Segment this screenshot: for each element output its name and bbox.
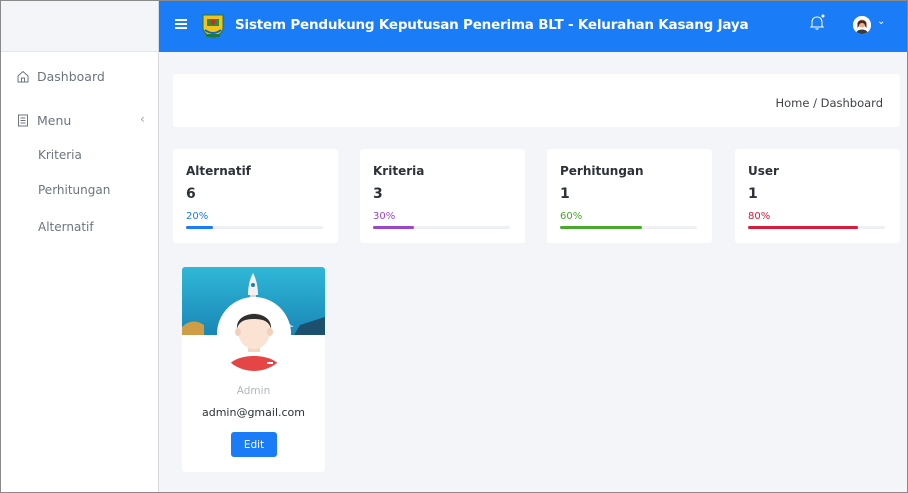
chevron-down-icon[interactable]: ⌄ bbox=[877, 16, 885, 27]
stat-value: 6 bbox=[186, 186, 196, 202]
progress-fill bbox=[373, 226, 415, 229]
hamburger-menu-icon[interactable] bbox=[175, 19, 187, 29]
stat-value: 1 bbox=[748, 186, 758, 202]
progress-track bbox=[748, 226, 885, 229]
sidebar-item-perhitungan[interactable]: Perhitungan bbox=[38, 183, 110, 197]
sidebar-item-label: Dashboard bbox=[37, 69, 105, 84]
sidebar-item-alternatif[interactable]: Alternatif bbox=[38, 220, 94, 234]
breadcrumb-card: Home / Dashboard bbox=[173, 74, 900, 127]
top-navbar: Sistem Pendukung Keputusan Penerima BLT … bbox=[159, 1, 907, 52]
document-icon bbox=[17, 114, 29, 127]
stat-percent: 60% bbox=[560, 211, 583, 222]
progress-track bbox=[186, 226, 323, 229]
progress-track bbox=[560, 226, 697, 229]
stat-card-kriteria: Kriteria 3 30% bbox=[360, 149, 525, 243]
progress-fill bbox=[748, 226, 858, 229]
sidebar-item-label: Menu bbox=[37, 113, 72, 128]
crest-logo bbox=[199, 12, 227, 40]
sidebar: Dashboard Menu ‹ Kriteria Perhitungan Al… bbox=[1, 1, 159, 492]
stat-percent: 30% bbox=[373, 211, 396, 222]
stat-card-alternatif: Alternatif 6 20% bbox=[173, 149, 338, 243]
progress-fill bbox=[560, 226, 643, 229]
stat-value: 1 bbox=[560, 186, 570, 202]
sidebar-item-kriteria[interactable]: Kriteria bbox=[38, 148, 82, 162]
profile-name: Admin bbox=[236, 385, 271, 397]
stat-label: Alternatif bbox=[186, 164, 251, 178]
chevron-left-icon[interactable]: ‹ bbox=[140, 112, 145, 126]
progress-fill bbox=[186, 226, 214, 229]
progress-track bbox=[373, 226, 510, 229]
home-icon bbox=[17, 70, 29, 83]
stat-label: Perhitungan bbox=[560, 164, 644, 178]
edit-profile-button[interactable]: Edit bbox=[231, 432, 277, 457]
profile-card: Admin admin@gmail.com Edit bbox=[182, 267, 325, 472]
profile-email: admin@gmail.com bbox=[201, 406, 305, 419]
app-title: Sistem Pendukung Keputusan Penerima BLT … bbox=[235, 17, 749, 33]
bell-icon[interactable] bbox=[809, 14, 825, 32]
app-window: Dashboard Menu ‹ Kriteria Perhitungan Al… bbox=[0, 0, 908, 493]
stat-percent: 20% bbox=[186, 211, 209, 222]
sidebar-brand-area bbox=[1, 1, 158, 52]
stat-card-user: User 1 80% bbox=[735, 149, 900, 243]
stat-label: Kriteria bbox=[373, 164, 425, 178]
breadcrumb: Home / Dashboard bbox=[775, 96, 883, 110]
stat-percent: 80% bbox=[748, 211, 771, 222]
stat-label: User bbox=[748, 164, 779, 178]
sidebar-item-dashboard[interactable]: Dashboard bbox=[17, 69, 105, 84]
stat-value: 3 bbox=[373, 186, 383, 202]
sidebar-item-menu[interactable]: Menu bbox=[17, 113, 71, 128]
stat-card-perhitungan: Perhitungan 1 60% bbox=[547, 149, 712, 243]
user-avatar-icon[interactable] bbox=[853, 16, 871, 34]
profile-avatar bbox=[217, 297, 291, 371]
